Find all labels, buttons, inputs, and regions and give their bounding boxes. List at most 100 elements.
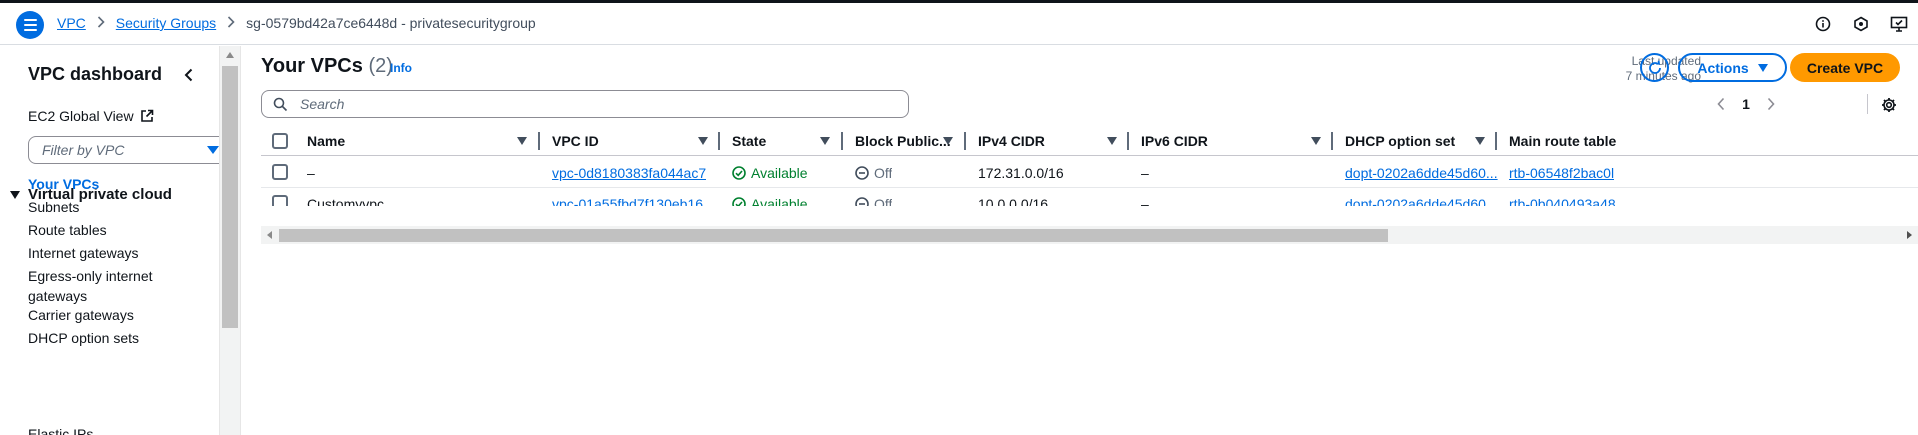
column-header-name[interactable]: Name [307, 126, 345, 156]
column-resizer[interactable] [718, 132, 720, 150]
table-horizontal-scrollbar[interactable] [261, 226, 1918, 244]
status-available-icon [732, 196, 746, 206]
breadcrumb-security-groups[interactable]: Security Groups [116, 15, 216, 31]
caret-down-icon [207, 146, 219, 154]
sort-icon[interactable] [698, 137, 708, 145]
column-header-vpc-id[interactable]: VPC ID [552, 126, 599, 156]
column-header-state[interactable]: State [732, 126, 766, 156]
actions-button[interactable]: Actions [1678, 53, 1787, 82]
cell-name: – [307, 164, 315, 181]
sidebar-item-subnets[interactable]: Subnets [28, 197, 178, 217]
refresh-button[interactable] [1640, 53, 1669, 82]
status-available-icon [732, 165, 746, 180]
chevron-right-icon [97, 15, 105, 31]
notifications-icon[interactable] [1842, 12, 1880, 36]
next-page-icon[interactable] [1758, 92, 1784, 116]
sidebar-item-elastic-ips[interactable]: Elastic IPs [28, 424, 178, 435]
cell-ipv6-cidr: – [1141, 195, 1149, 207]
cell-main-route-table-link[interactable]: rtb-06548f2bac0l [1509, 157, 1614, 188]
sidebar-item-internet-gateways[interactable]: Internet gateways [28, 243, 178, 263]
cell-main-route-table-link[interactable]: rtb-0b040493a48 [1509, 188, 1616, 207]
column-header-block-public-access[interactable]: Block Public... [855, 126, 951, 156]
column-header-dhcp-option-set[interactable]: DHCP option set [1345, 126, 1455, 156]
sidebar-item-carrier-gateways[interactable]: Carrier gateways [28, 305, 178, 325]
column-resizer[interactable] [1495, 132, 1497, 150]
column-resizer[interactable] [1127, 132, 1129, 150]
column-header-ipv6-cidr[interactable]: IPv6 CIDR [1141, 126, 1208, 156]
column-resizer[interactable] [841, 132, 843, 150]
table-row[interactable]: Customyvpc vpc-01a55fbd7f130eb16 Availab… [261, 188, 1918, 206]
sort-icon[interactable] [1107, 137, 1117, 145]
cell-ipv4-cidr: 172.31.0.0/16 [978, 164, 1064, 181]
cell-state: Available [732, 157, 808, 188]
cell-ipv6-cidr: – [1141, 164, 1149, 181]
sort-icon[interactable] [943, 137, 953, 145]
cell-ipv4-cidr: 10.0.0.0/16 [978, 195, 1049, 207]
refresh-icon [1648, 60, 1661, 74]
select-all-checkbox[interactable] [272, 133, 288, 149]
cell-vpc-id-link[interactable]: vpc-01a55fbd7f130eb16 [552, 188, 703, 207]
sort-icon[interactable] [820, 137, 830, 145]
cell-name: Customyvpc [307, 195, 385, 207]
sidebar-item-your-vpcs[interactable]: Your VPCs [28, 174, 178, 194]
create-vpc-button[interactable]: Create VPC [1790, 53, 1900, 82]
status-off-icon [855, 196, 869, 206]
state-text: Available [751, 195, 808, 207]
search-input[interactable]: Search [261, 90, 909, 118]
sort-icon[interactable] [1475, 137, 1485, 145]
cell-block-public-access: Off [855, 188, 892, 206]
menu-icon[interactable] [16, 11, 44, 39]
chevron-left-icon[interactable] [180, 66, 198, 84]
cell-block-public-access: Off [855, 157, 892, 188]
column-label: State [732, 133, 767, 149]
table-row[interactable]: – vpc-0d8180383fa044ac7 Available Off 17… [261, 157, 1918, 188]
cell-dhcp-option-set-link[interactable]: dopt-0202a6dde45d60... [1345, 157, 1498, 188]
sidebar-scrollbar[interactable] [219, 46, 241, 435]
info-link[interactable]: Info [390, 61, 412, 75]
column-label: VPC ID [552, 133, 599, 149]
sidebar-item-route-tables[interactable]: Route tables [28, 220, 178, 240]
breadcrumb: VPC Security Groups sg-0579bd42a7ce6448d… [57, 15, 536, 31]
cell-vpc-id-link[interactable]: vpc-0d8180383fa044ac7 [552, 157, 706, 188]
settings-icon[interactable] [1877, 93, 1901, 117]
page-title-text: Your VPCs [261, 55, 363, 77]
scroll-left-icon[interactable] [267, 231, 272, 239]
filter-by-vpc-select[interactable]: Filter by VPC [28, 136, 219, 164]
breadcrumb-current: sg-0579bd42a7ce6448d - privatesecuritygr… [246, 15, 536, 31]
pagination: 1 [1708, 92, 1784, 116]
block-text: Off [874, 195, 893, 207]
sidebar-title[interactable]: VPC dashboard [28, 64, 162, 85]
scroll-up-icon[interactable] [226, 52, 234, 58]
previous-page-icon[interactable] [1708, 92, 1734, 116]
column-header-main-route-table[interactable]: Main route table [1509, 126, 1616, 156]
sidebar-scroll-thumb[interactable] [222, 66, 238, 328]
row-checkbox[interactable] [272, 195, 288, 206]
caret-down-icon [10, 190, 20, 199]
feedback-icon[interactable] [1880, 12, 1918, 36]
column-label: IPv4 CIDR [978, 133, 1045, 149]
horizontal-scroll-thumb[interactable] [279, 229, 1388, 242]
vpc-table: Name VPC ID State Block Public... IPv4 C… [261, 126, 1918, 206]
column-header-ipv4-cidr[interactable]: IPv4 CIDR [978, 126, 1045, 156]
external-link-icon [140, 109, 153, 122]
column-resizer[interactable] [964, 132, 966, 150]
actions-label: Actions [1697, 59, 1749, 76]
sidebar-item-egress-only-internet-gateways[interactable]: Egress-only internet gateways [28, 266, 178, 306]
column-resizer[interactable] [1331, 132, 1333, 150]
sort-icon[interactable] [517, 137, 527, 145]
cell-state: Available [732, 188, 808, 206]
row-checkbox[interactable] [272, 164, 288, 180]
breadcrumb-vpc[interactable]: VPC [57, 15, 86, 31]
state-text: Available [751, 164, 808, 181]
column-label: Main route table [1509, 133, 1617, 149]
sidebar-item-dhcp-option-sets[interactable]: DHCP option sets [28, 328, 178, 348]
ec2-global-view-link[interactable]: EC2 Global View [28, 108, 154, 124]
chevron-right-icon [227, 15, 235, 31]
sort-icon[interactable] [1311, 137, 1321, 145]
page-number[interactable]: 1 [1734, 96, 1758, 112]
scroll-right-icon[interactable] [1907, 231, 1912, 239]
column-resizer[interactable] [538, 132, 540, 150]
search-placeholder: Search [300, 96, 345, 112]
cell-dhcp-option-set-link[interactable]: dopt-0202a6dde45d60... [1345, 188, 1498, 207]
info-icon[interactable] [1804, 12, 1842, 36]
